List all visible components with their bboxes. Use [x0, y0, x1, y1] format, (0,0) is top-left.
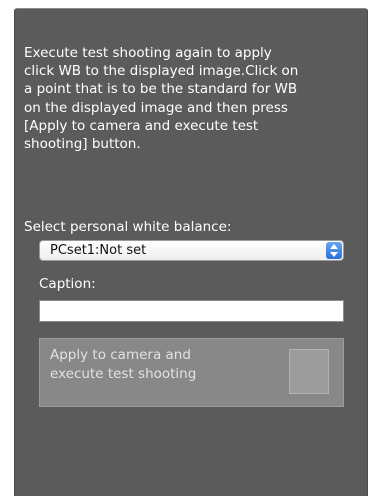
white-balance-label: Select personal white balance:	[24, 219, 232, 235]
caption-label: Caption:	[39, 276, 96, 292]
white-balance-select[interactable]: PCset1:Not set	[39, 240, 344, 261]
up-arrow-icon	[330, 244, 338, 249]
apply-button-indicator-box	[289, 349, 329, 394]
up-down-arrows-icon[interactable]	[326, 242, 342, 259]
apply-button-label: Apply to camera and execute test shootin…	[50, 347, 197, 382]
apply-and-test-shoot-button[interactable]: Apply to camera and execute test shootin…	[39, 338, 344, 407]
instructions-text: Execute test shooting again to apply cli…	[24, 45, 299, 153]
caption-input[interactable]	[39, 300, 344, 322]
white-balance-selected-value: PCset1:Not set	[50, 243, 147, 258]
down-arrow-icon	[330, 252, 338, 257]
